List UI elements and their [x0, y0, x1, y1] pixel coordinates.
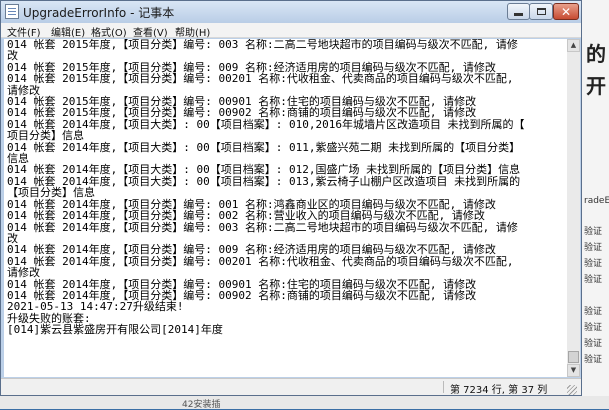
- background-text: 开: [586, 74, 606, 98]
- vertical-scrollbar[interactable]: ▲ ▼: [567, 39, 580, 377]
- background-text: 验证: [584, 275, 603, 285]
- window-title: UpgradeErrorInfo - 记事本: [23, 6, 175, 20]
- background-text: 42安装插: [182, 400, 221, 410]
- menu-format[interactable]: 格式(O): [91, 24, 127, 39]
- text-line: 请修改: [7, 266, 40, 280]
- text-line: 014 帐套 2014年度,【项目大类】: 00【项目档案】: 010,2016…: [7, 117, 525, 131]
- cursor-position: 第 7234 行, 第 37 列: [450, 385, 548, 396]
- editor-text: 014 帐套 2015年度,【项目分类】编号: 003 名称:二高二号地块超市的…: [7, 39, 525, 336]
- background-text: radeE: [584, 196, 609, 206]
- resize-grip[interactable]: [567, 385, 577, 395]
- text-line: 项目分类】信息: [7, 129, 84, 143]
- text-line: 014 帐套 2015年度,【项目分类】编号: 00201 名称:代收租金、代卖…: [7, 72, 514, 86]
- title-bar[interactable]: UpgradeErrorInfo - 记事本 ✕: [1, 1, 581, 23]
- minimize-button[interactable]: [507, 3, 530, 20]
- text-line: [014]紫云县紫盛房开有限公司[2014]年度: [7, 323, 223, 337]
- text-editor-area[interactable]: 014 帐套 2015年度,【项目分类】编号: 003 名称:二高二号地块超市的…: [4, 39, 567, 377]
- scroll-down-button[interactable]: ▼: [567, 364, 580, 377]
- text-line: 014 帐套 2014年度,【项目分类】编号: 003 名称:二高二号地块超市的…: [7, 220, 518, 234]
- background-text: 验证: [584, 259, 603, 269]
- background-text: 验证: [584, 307, 603, 317]
- background-window-bottom: 42安装插: [0, 396, 609, 410]
- scrollbar-thumb[interactable]: [568, 351, 579, 363]
- maximize-icon: [536, 8, 546, 15]
- menu-edit[interactable]: 编辑(E): [51, 24, 85, 39]
- background-window-right: 的 开 radeE 验证 验证 验证 验证 验证 验证 验证 验证: [582, 0, 609, 409]
- menu-help[interactable]: 帮助(H): [175, 24, 210, 39]
- background-text: 验证: [584, 323, 603, 333]
- background-text: 的: [586, 42, 606, 66]
- minimize-icon: [514, 13, 523, 16]
- background-text: 验证: [584, 227, 603, 237]
- background-text: 验证: [584, 339, 603, 349]
- status-bar: 第 7234 行, 第 37 列: [1, 378, 581, 396]
- close-icon: ✕: [560, 4, 572, 19]
- text-line: 014 帐套 2014年度,【项目分类】编号: 009 名称:经济适用房的项目编…: [7, 243, 496, 257]
- background-text: 验证: [584, 355, 603, 365]
- text-line: 014 帐套 2014年度,【项目大类】: 00【项目档案】: 011,紫盛兴苑…: [7, 140, 521, 154]
- notepad-window: UpgradeErrorInfo - 记事本 ✕ 文件(F) 编辑(E) 格式(…: [0, 0, 582, 396]
- menu-bar: 文件(F) 编辑(E) 格式(O) 查看(V) 帮助(H): [1, 23, 581, 39]
- notepad-app-icon[interactable]: [5, 4, 19, 19]
- scroll-up-button[interactable]: ▲: [567, 39, 580, 52]
- text-line: 014 帐套 2014年度,【项目分类】编号: 00201 名称:代收租金、代卖…: [7, 254, 514, 268]
- maximize-button[interactable]: [529, 3, 553, 20]
- menu-view[interactable]: 查看(V): [133, 24, 168, 39]
- text-line: 014 帐套 2015年度,【项目分类】编号: 003 名称:二高二号地块超市的…: [7, 39, 518, 51]
- text-line: 014 帐套 2014年度,【项目分类】编号: 002 名称:营业收入的项目编码…: [7, 209, 485, 223]
- close-button[interactable]: ✕: [553, 3, 579, 20]
- status-separator: [443, 381, 444, 393]
- text-line: 【项目分类】信息: [7, 186, 95, 200]
- menu-file[interactable]: 文件(F): [7, 24, 41, 39]
- background-text: 验证: [584, 243, 603, 253]
